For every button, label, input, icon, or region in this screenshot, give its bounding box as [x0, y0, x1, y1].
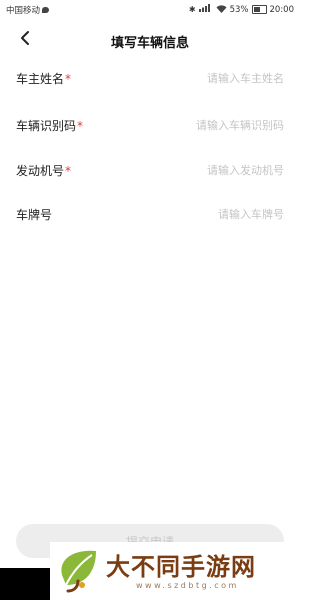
bottom-left-block: [0, 568, 50, 600]
watermark-text: 大不同手游网 www.szdbtg.com: [106, 551, 256, 590]
form-row-plate-number: 车牌号: [16, 203, 284, 225]
owner-name-input[interactable]: [134, 71, 284, 85]
form-row-vin: 车辆识别码*: [16, 114, 284, 136]
watermark-title: 大不同手游网: [106, 551, 256, 581]
vin-label: 车辆识别码*: [16, 118, 84, 133]
page-title: 填写车辆信息: [110, 36, 189, 51]
form-row-owner-name: 车主姓名*: [16, 67, 284, 89]
engine-number-label: 发动机号*: [16, 163, 72, 178]
plate-number-input[interactable]: [134, 207, 284, 221]
wifi-icon: [216, 4, 227, 15]
watermark-url: www.szdbtg.com: [136, 580, 239, 590]
vin-input[interactable]: [134, 118, 284, 132]
battery-icon: [251, 5, 267, 14]
signal-icon: [198, 4, 213, 15]
engine-number-input[interactable]: [134, 163, 284, 177]
required-mark: *: [65, 163, 72, 178]
required-mark: *: [77, 118, 84, 133]
nav-bar: 填写车辆信息: [0, 24, 300, 56]
status-right: ✱ 53% 20:00: [189, 4, 294, 15]
leaf-logo-icon: [56, 545, 100, 597]
bluetooth-icon: ✱: [188, 5, 196, 14]
clock: 20:00: [269, 4, 295, 15]
chat-bubble-icon: [42, 7, 50, 13]
watermark-banner: 大不同手游网 www.szdbtg.com: [50, 542, 300, 600]
owner-name-label: 车主姓名*: [16, 71, 72, 86]
status-bar: 中国移动 ✱ 53% 20:00: [0, 0, 300, 20]
form-row-engine-number: 发动机号*: [16, 159, 284, 181]
carrier-name: 中国移动: [6, 6, 41, 16]
plate-number-label: 车牌号: [16, 207, 53, 222]
status-left: 中国移动: [6, 4, 50, 16]
required-mark: *: [65, 71, 72, 86]
battery-percent: 53%: [229, 4, 249, 15]
